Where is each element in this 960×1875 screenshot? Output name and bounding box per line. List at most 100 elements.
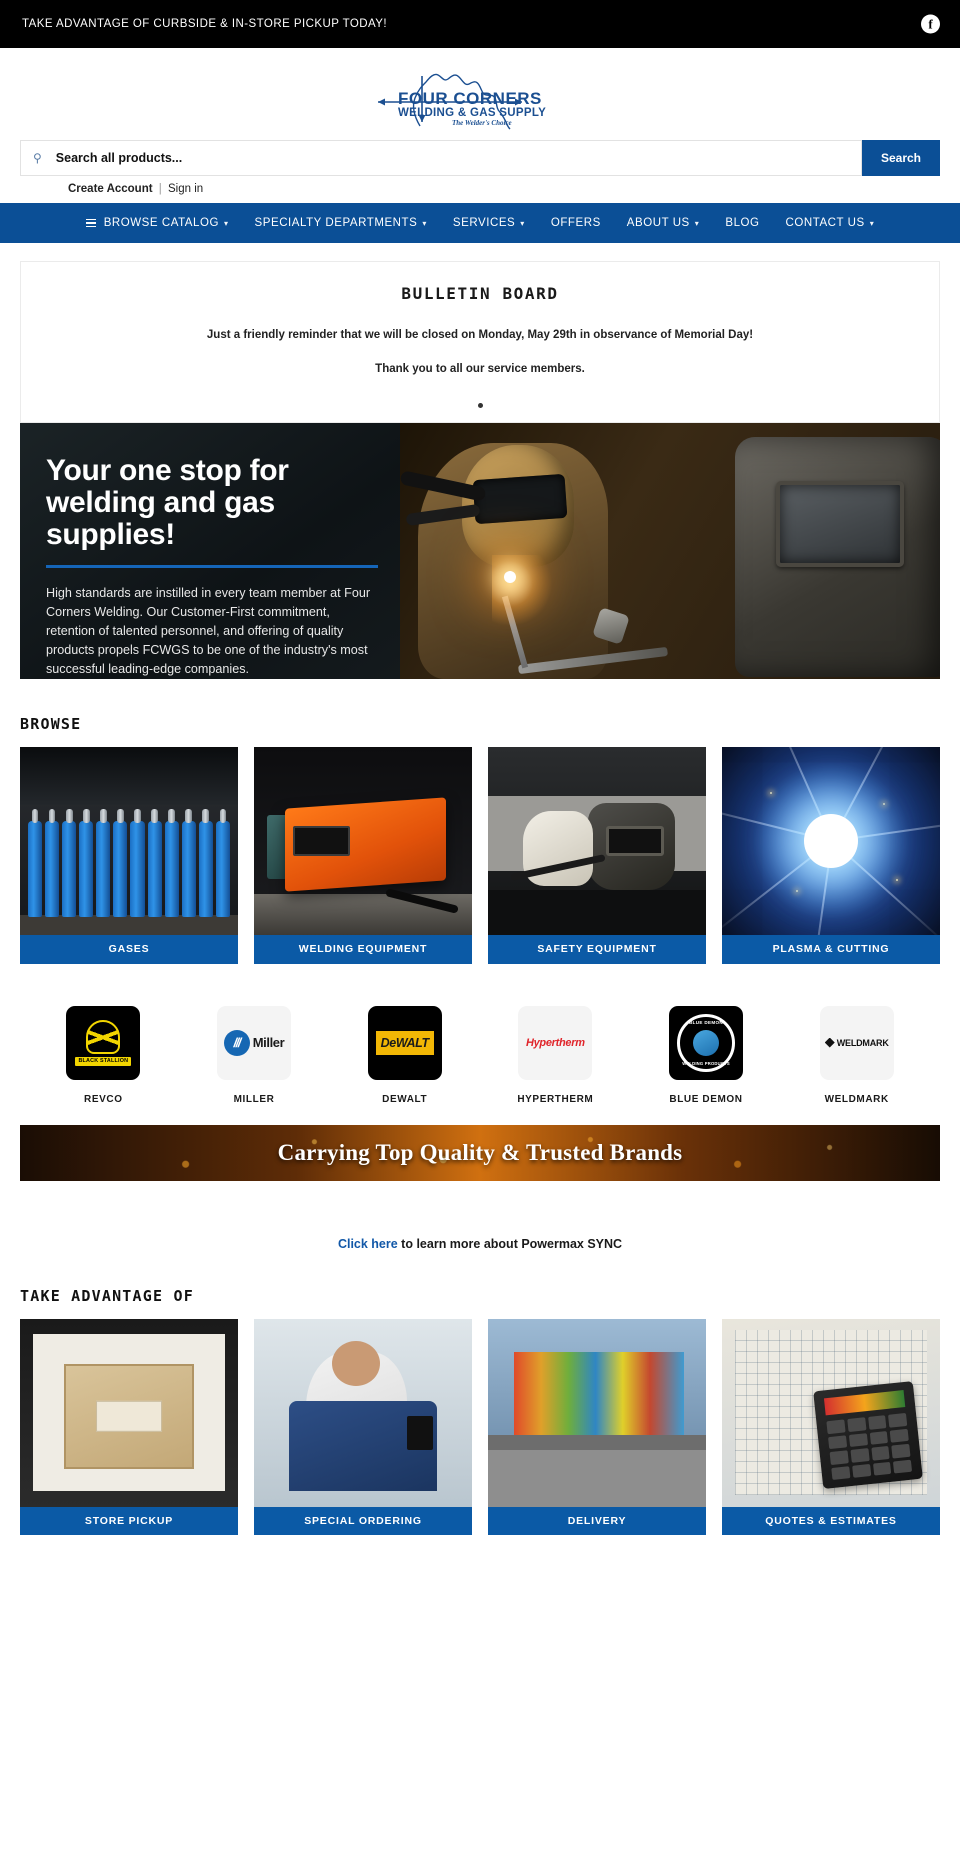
category-label: PLASMA & CUTTING <box>722 935 940 964</box>
advantage-tile-delivery[interactable]: DELIVERY <box>488 1318 706 1535</box>
chevron-down-icon: ▾ <box>694 218 700 228</box>
carousel-dots[interactable] <box>41 397 919 412</box>
nav-item-offers[interactable]: OFFERS <box>551 217 601 229</box>
chevron-down-icon: ▾ <box>422 218 427 228</box>
hero-heading: Your one stop for welding and gas suppli… <box>46 454 289 552</box>
promo-bar: TAKE ADVANTAGE OF CURBSIDE & IN-STORE PI… <box>0 0 960 48</box>
brand-logo-text: DeWALT <box>380 1035 429 1050</box>
logo-mark: FOUR CORNERS WELDING & GAS SUPPLY The We… <box>378 73 546 130</box>
sign-in-link[interactable]: Sign in <box>168 183 203 195</box>
nav-label: BLOG <box>725 217 760 229</box>
nav-item-services[interactable]: SERVICES ▾ <box>453 217 525 229</box>
brand-logo-text: BLACK STALLION <box>75 1056 132 1066</box>
sync-rest-text: to learn more about Powermax SYNC <box>397 1236 623 1251</box>
bulletin-title: BULLETIN BOARD <box>401 284 559 303</box>
site-logo[interactable]: FOUR CORNERS WELDING & GAS SUPPLY The We… <box>360 64 600 130</box>
brand-name: DEWALT <box>382 1093 428 1105</box>
chevron-down-icon: ▾ <box>869 218 875 228</box>
social-links: f <box>921 14 940 34</box>
hero-divider <box>46 565 378 569</box>
advantage-label: QUOTES & ESTIMATES <box>722 1506 940 1535</box>
search-icon: ⚲ <box>33 151 42 165</box>
hero-text-panel: Your one stop for welding and gas suppli… <box>20 423 400 679</box>
advantage-label: DELIVERY <box>488 1506 706 1535</box>
brand-name: REVCO <box>84 1093 123 1105</box>
brand-revco[interactable]: BLACK STALLION REVCO <box>28 1005 179 1105</box>
nav-list: BROWSE CATALOG ▾ SPECIALTY DEPARTMENTS ▾… <box>85 217 875 229</box>
browse-heading: BROWSE <box>20 715 82 733</box>
advantage-image <box>20 1318 238 1507</box>
hamburger-icon <box>85 218 96 228</box>
category-image <box>488 747 706 935</box>
advantage-tile-quotes-estimates[interactable]: QUOTES & ESTIMATES <box>722 1318 940 1535</box>
main-navigation: BROWSE CATALOG ▾ SPECIALTY DEPARTMENTS ▾… <box>0 203 960 243</box>
advantage-image <box>722 1318 940 1507</box>
category-tile-gases[interactable]: GASES <box>20 747 238 964</box>
category-image <box>722 747 940 935</box>
category-tile-plasma-cutting[interactable]: PLASMA & CUTTING <box>722 747 940 964</box>
nav-item-blog[interactable]: BLOG <box>725 217 759 229</box>
advantage-label: STORE PICKUP <box>20 1506 238 1535</box>
bulletin-message-1: Just a friendly reminder that we will be… <box>206 329 754 341</box>
blue-demon-logo-icon: BLUE DEMON WELDING PRODUCTS <box>669 1005 744 1080</box>
promo-text: TAKE ADVANTAGE OF CURBSIDE & IN-STORE PI… <box>22 18 388 30</box>
brand-miller[interactable]: /// Miller MILLER <box>179 1005 330 1105</box>
nav-label: ABOUT US <box>626 217 690 229</box>
brand-name: MILLER <box>233 1093 275 1105</box>
brand-banner: Carrying Top Quality & Trusted Brands <box>20 1124 940 1181</box>
hypertherm-logo-icon: Hypertherm <box>518 1005 593 1080</box>
advantage-tile-store-pickup[interactable]: STORE PICKUP <box>20 1318 238 1535</box>
category-tile-welding-equipment[interactable]: WELDING EQUIPMENT <box>254 747 472 964</box>
powermax-sync-line: Click here to learn more about Powermax … <box>20 1237 940 1251</box>
chevron-down-icon: ▾ <box>520 218 525 228</box>
brand-blue-demon[interactable]: BLUE DEMON WELDING PRODUCTS BLUE DEMON <box>631 1005 782 1105</box>
svg-text:FOUR CORNERS: FOUR CORNERS <box>398 89 542 108</box>
chevron-down-icon: ▾ <box>223 218 229 228</box>
brand-hypertherm[interactable]: Hypertherm HYPERTHERM <box>480 1005 631 1105</box>
nav-item-browse-catalog[interactable]: BROWSE CATALOG ▾ <box>85 217 229 229</box>
nav-item-contact-us[interactable]: CONTACT US ▾ <box>786 217 875 229</box>
miller-logo-icon: /// Miller <box>217 1005 291 1080</box>
advantage-image <box>488 1318 706 1507</box>
brand-name: WELDMARK <box>824 1093 889 1105</box>
nav-label: CONTACT US <box>785 217 865 229</box>
browse-tiles: GASES WELDING EQUIPMENT SAFETY EQUIPMENT… <box>20 747 940 964</box>
svg-text:The Welder's Choice: The Welder's Choice <box>452 119 512 127</box>
category-tile-safety-equipment[interactable]: SAFETY EQUIPMENT <box>488 747 706 964</box>
nav-label: BROWSE CATALOG <box>103 217 219 229</box>
brand-logo-text: WELDMARK <box>836 1037 889 1048</box>
category-image <box>254 747 472 935</box>
hero-paragraph: High standards are instilled in every te… <box>46 586 371 676</box>
account-links: Create Account | Sign in <box>20 176 940 203</box>
brand-banner-text: Carrying Top Quality & Trusted Brands <box>277 1139 683 1165</box>
brand-dewalt[interactable]: DeWALT DEWALT <box>329 1005 480 1105</box>
click-here-link[interactable]: Click here <box>338 1237 398 1251</box>
advantage-tiles: STORE PICKUP SPECIAL ORDERING DELIVERY Q… <box>20 1318 940 1535</box>
advantage-image <box>254 1318 472 1507</box>
brand-list: BLACK STALLION REVCO /// Miller MILLER D… <box>20 1005 940 1105</box>
page-content: BULLETIN BOARD Just a friendly reminder … <box>0 261 960 1585</box>
nav-label: OFFERS <box>550 217 601 229</box>
page-root: TAKE ADVANTAGE OF CURBSIDE & IN-STORE PI… <box>0 0 960 1585</box>
search-button[interactable]: Search <box>862 140 940 176</box>
brand-name: HYPERTHERM <box>517 1093 594 1105</box>
black-stallion-logo-icon: BLACK STALLION <box>66 1005 141 1080</box>
nav-label: SPECIALTY DEPARTMENTS <box>254 217 418 229</box>
logo-row: FOUR CORNERS WELDING & GAS SUPPLY The We… <box>20 58 940 134</box>
search-input[interactable] <box>55 151 849 165</box>
carousel-dot[interactable] <box>477 403 483 408</box>
nav-item-specialty-departments[interactable]: SPECIALTY DEPARTMENTS ▾ <box>255 217 427 229</box>
brand-name: BLUE DEMON <box>669 1093 743 1105</box>
search-row: ⚲ Search <box>20 140 940 176</box>
dewalt-logo-icon: DeWALT <box>367 1005 442 1080</box>
advantage-tile-special-ordering[interactable]: SPECIAL ORDERING <box>254 1318 472 1535</box>
advantage-heading: TAKE ADVANTAGE OF <box>20 1286 194 1305</box>
account-separator: | <box>158 183 162 195</box>
category-image <box>20 747 238 935</box>
brand-weldmark[interactable]: WELDMARK WELDMARK <box>781 1005 932 1105</box>
site-header: FOUR CORNERS WELDING & GAS SUPPLY The We… <box>0 48 960 203</box>
create-account-link[interactable]: Create Account <box>68 183 153 195</box>
facebook-icon[interactable]: f <box>921 14 940 34</box>
search-box[interactable]: ⚲ <box>20 140 862 176</box>
nav-item-about-us[interactable]: ABOUT US ▾ <box>627 217 700 229</box>
